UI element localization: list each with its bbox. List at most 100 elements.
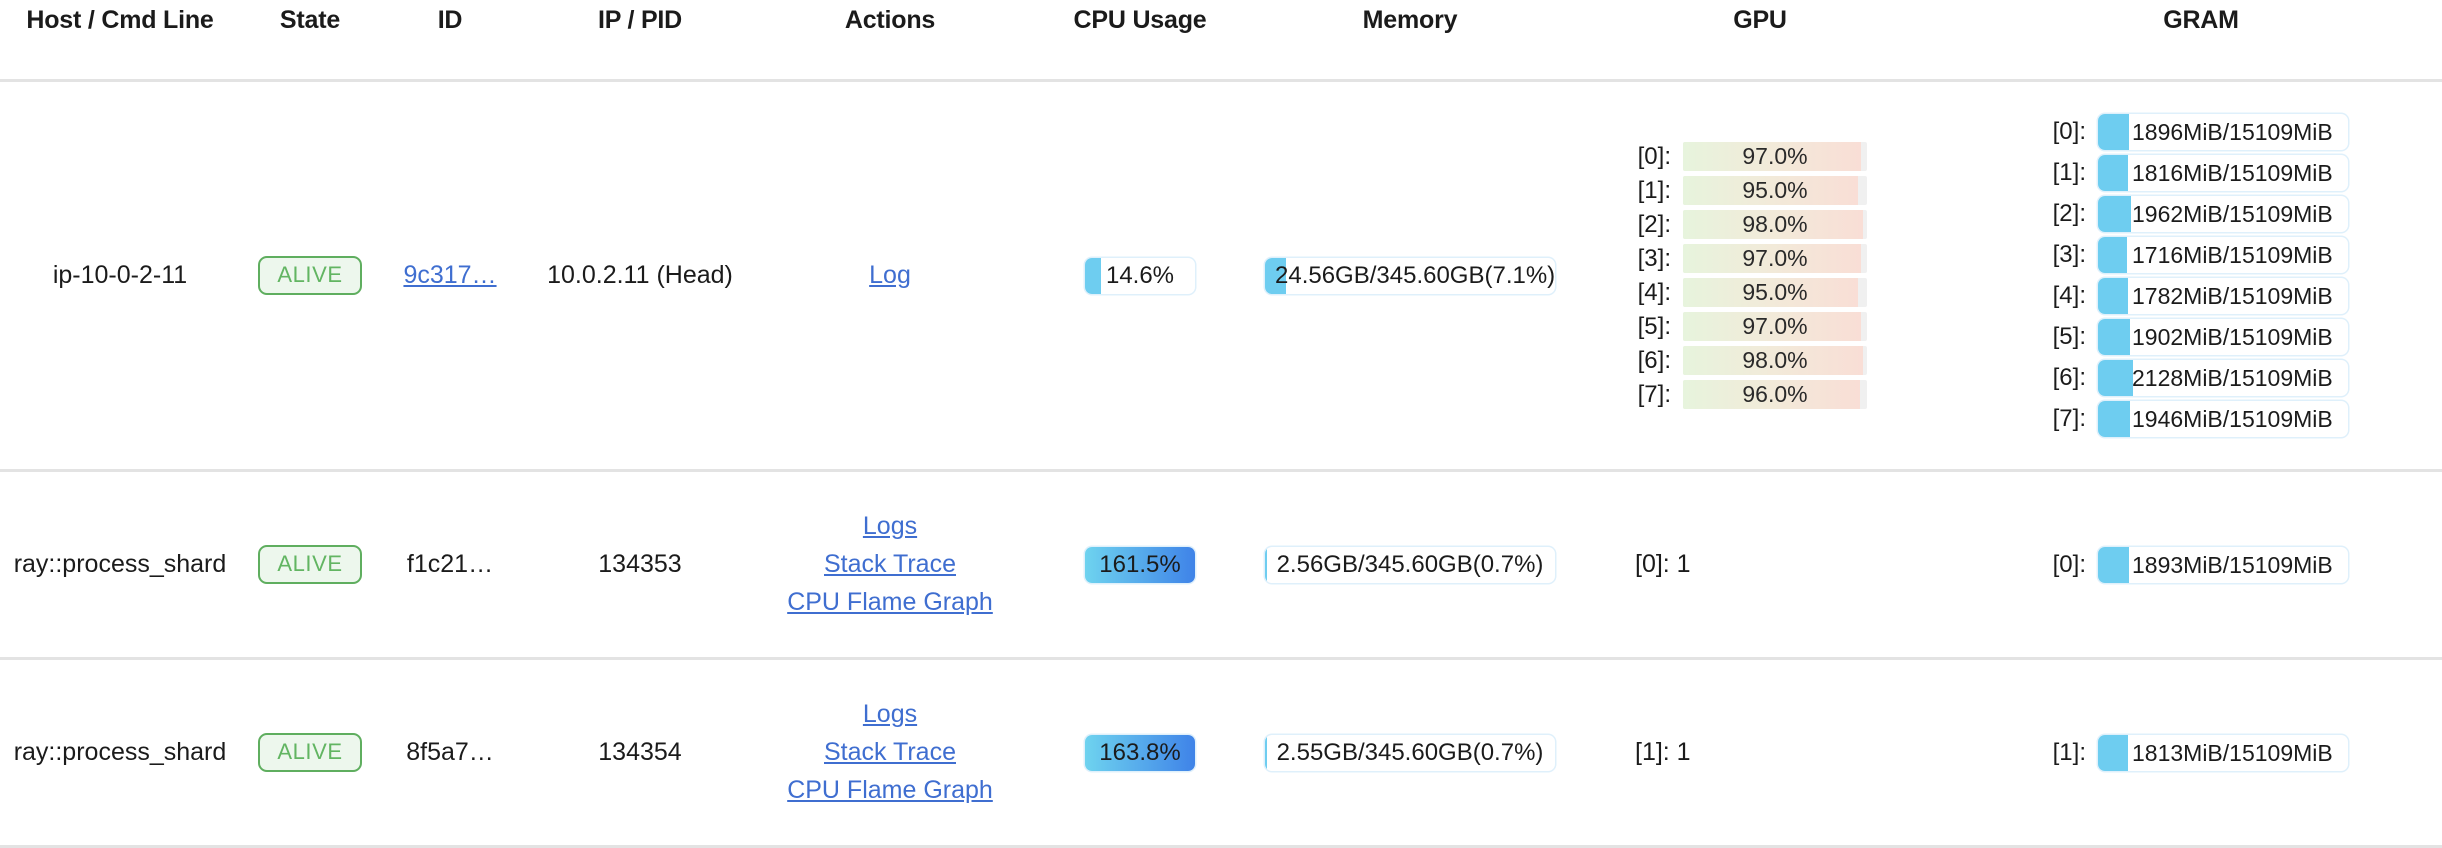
cell-actions: Logs Stack Trace CPU Flame Graph: [760, 659, 1020, 847]
gpu-index-label: [4]:: [1635, 279, 1671, 307]
column-header-cpu: CPU Usage: [1020, 0, 1260, 81]
cell-id: f1c21…: [380, 471, 520, 659]
status-badge: ALIVE: [258, 256, 361, 295]
column-header-gpu: GPU: [1560, 0, 1960, 81]
host-label: ip-10-0-2-11: [53, 261, 187, 289]
gram-usage-row: [6]:2128MiB/15109MiB: [2050, 360, 2348, 396]
gpu-index-label: [6]:: [1635, 347, 1671, 375]
cell-cpu-usage: 161.5%: [1020, 471, 1260, 659]
column-header-id: ID: [380, 0, 520, 81]
action-link-log[interactable]: Log: [869, 261, 911, 290]
gram-usage-bar: 2128MiB/15109MiB: [2098, 360, 2348, 396]
gram-usage-row: [0]:1896MiB/15109MiB: [2050, 114, 2348, 150]
gram-usage-label: 1782MiB/15109MiB: [2098, 278, 2348, 314]
action-link-stack-trace[interactable]: Stack Trace: [824, 550, 956, 579]
actions-list: Log: [760, 261, 1020, 290]
gram-index-label: [1]:: [2050, 159, 2086, 187]
gram-usage-row: [4]:1782MiB/15109MiB: [2050, 278, 2348, 314]
worker-id-label: f1c21…: [407, 550, 493, 578]
table-row: ray::process_shardALIVE8f5a7…134354LogsS…: [0, 659, 2442, 847]
cell-gram: [0]:1893MiB/15109MiB: [1960, 471, 2442, 659]
table-row: ray::process_shard ALIVE f1c21… 134353 LogsS…: [0, 471, 2442, 659]
action-link-stack-trace[interactable]: Stack Trace: [824, 738, 956, 767]
cell-id: 9c317…: [380, 81, 520, 471]
gpu-utilization-row: [5]: 97.0%: [1635, 312, 1867, 341]
gpu-utilization-label: 97.0%: [1683, 244, 1867, 273]
cell-cpu-usage: 14.6%: [1020, 81, 1260, 471]
gram-usage-row: [7]: 1946MiB/15109MiB: [2050, 401, 2348, 437]
gram-usage-bar: 1813MiB/15109MiB: [2098, 735, 2348, 771]
gram-usage-label: 1946MiB/15109MiB: [2098, 401, 2348, 437]
gpu-utilization-row: [6]: 98.0%: [1635, 346, 1867, 375]
cpu-usage-bar: 163.8%: [1085, 735, 1195, 771]
action-link-cpu-flame-graph[interactable]: CPU Flame Graph: [787, 776, 993, 805]
cell-gram: [0]:1896MiB/15109MiB[1]:1816MiB/15109MiB…: [1960, 81, 2442, 471]
column-header-state: State: [240, 0, 380, 81]
gram-usage-label: 1902MiB/15109MiB: [2098, 319, 2348, 355]
gram-usage-bar: 1893MiB/15109MiB: [2098, 547, 2348, 583]
cpu-usage-label: 14.6%: [1085, 258, 1195, 294]
action-link-cpu-flame-graph[interactable]: CPU Flame Graph: [787, 588, 993, 617]
cell-host: ip-10-0-2-11: [0, 81, 240, 471]
memory-usage-label: 2.56GB/345.60GB(0.7%): [1265, 547, 1555, 583]
gpu-utilization-row: [2]: 98.0%: [1635, 210, 1867, 239]
gram-usage-bar: 1782MiB/15109MiB: [2098, 278, 2348, 314]
gram-usage-list: [0]:1893MiB/15109MiB: [1960, 547, 2442, 583]
memory-usage-bar: 2.56GB/345.60GB(0.7%): [1265, 547, 1555, 583]
cell-actions: Log: [760, 81, 1020, 471]
table-body: ip-10-0-2-11 ALIVE 9c317… 10.0.2.11 (Head) L…: [0, 81, 2442, 847]
gram-index-label: [3]:: [2050, 241, 2086, 269]
gpu-utilization-bar: 97.0%: [1683, 312, 1867, 341]
cell-memory: 2.55GB/345.60GB(0.7%): [1260, 659, 1560, 847]
gpu-utilization-label: 97.0%: [1683, 312, 1867, 341]
cell-memory: 24.56GB/345.60GB(7.1%): [1260, 81, 1560, 471]
ip-pid-label: 10.0.2.11 (Head): [547, 261, 733, 289]
gram-usage-bar: 1716MiB/15109MiB: [2098, 237, 2348, 273]
gram-usage-label: 1716MiB/15109MiB: [2098, 237, 2348, 273]
gram-usage-row: [3]: 1716MiB/15109MiB: [2050, 237, 2348, 273]
gram-usage-label: 1962MiB/15109MiB: [2098, 196, 2348, 232]
gram-index-label: [7]:: [2050, 405, 2086, 433]
gpu-index-label: [7]:: [1635, 381, 1671, 409]
gpu-utilization-bar: 97.0%: [1683, 244, 1867, 273]
gpu-index-label: [2]:: [1635, 211, 1671, 239]
gpu-count-label: [0]: 1: [1560, 550, 1960, 579]
host-label: ray::process_shard: [14, 738, 227, 766]
action-link-logs[interactable]: Logs: [863, 700, 917, 729]
gram-index-label: [1]:: [2050, 739, 2086, 767]
gram-usage-row: [1]: 1813MiB/15109MiB: [2050, 735, 2348, 771]
gpu-utilization-bar: 97.0%: [1683, 142, 1867, 171]
memory-usage-label: 24.56GB/345.60GB(7.1%): [1265, 258, 1555, 294]
gpu-index-label: [5]:: [1635, 313, 1671, 341]
gram-usage-label: 1813MiB/15109MiB: [2098, 735, 2348, 771]
cell-memory: 2.56GB/345.60GB(0.7%): [1260, 471, 1560, 659]
gpu-utilization-label: 98.0%: [1683, 210, 1867, 239]
node-id-link[interactable]: 9c317…: [403, 261, 496, 289]
memory-usage-bar: 24.56GB/345.60GB(7.1%): [1265, 258, 1555, 294]
memory-usage-bar: 2.55GB/345.60GB(0.7%): [1265, 735, 1555, 771]
gram-index-label: [2]:: [2050, 200, 2086, 228]
worker-id-label: 8f5a7…: [406, 738, 494, 766]
cpu-usage-label: 163.8%: [1085, 735, 1195, 771]
cell-id: 8f5a7…: [380, 659, 520, 847]
gpu-utilization-label: 97.0%: [1683, 142, 1867, 171]
actions-list: Logs Stack Trace CPU Flame Graph: [760, 700, 1020, 805]
status-badge: ALIVE: [258, 545, 361, 584]
column-header-memory: Memory: [1260, 0, 1560, 81]
cell-host: ray::process_shard: [0, 471, 240, 659]
gpu-utilization-bar: 98.0%: [1683, 210, 1867, 239]
gpu-utilization-row: [1]:95.0%: [1635, 176, 1867, 205]
ip-pid-label: 134354: [598, 738, 681, 766]
ip-pid-label: 134353: [598, 550, 681, 578]
gpu-index-label: [0]:: [1635, 143, 1671, 171]
action-link-logs[interactable]: Logs: [863, 512, 917, 541]
cell-ip-pid: 10.0.2.11 (Head): [520, 81, 760, 471]
gram-usage-list: [1]: 1813MiB/15109MiB: [1960, 735, 2442, 771]
column-header-gram: GRAM: [1960, 0, 2442, 81]
gram-usage-label: 2128MiB/15109MiB: [2098, 360, 2348, 396]
gpu-count-label: [1]: 1: [1560, 738, 1960, 767]
gpu-utilization-bar: 98.0%: [1683, 346, 1867, 375]
cell-gram: [1]: 1813MiB/15109MiB: [1960, 659, 2442, 847]
gpu-index-label: [1]:: [1635, 177, 1671, 205]
cell-actions: Logs Stack Trace CPU Flame Graph: [760, 471, 1020, 659]
